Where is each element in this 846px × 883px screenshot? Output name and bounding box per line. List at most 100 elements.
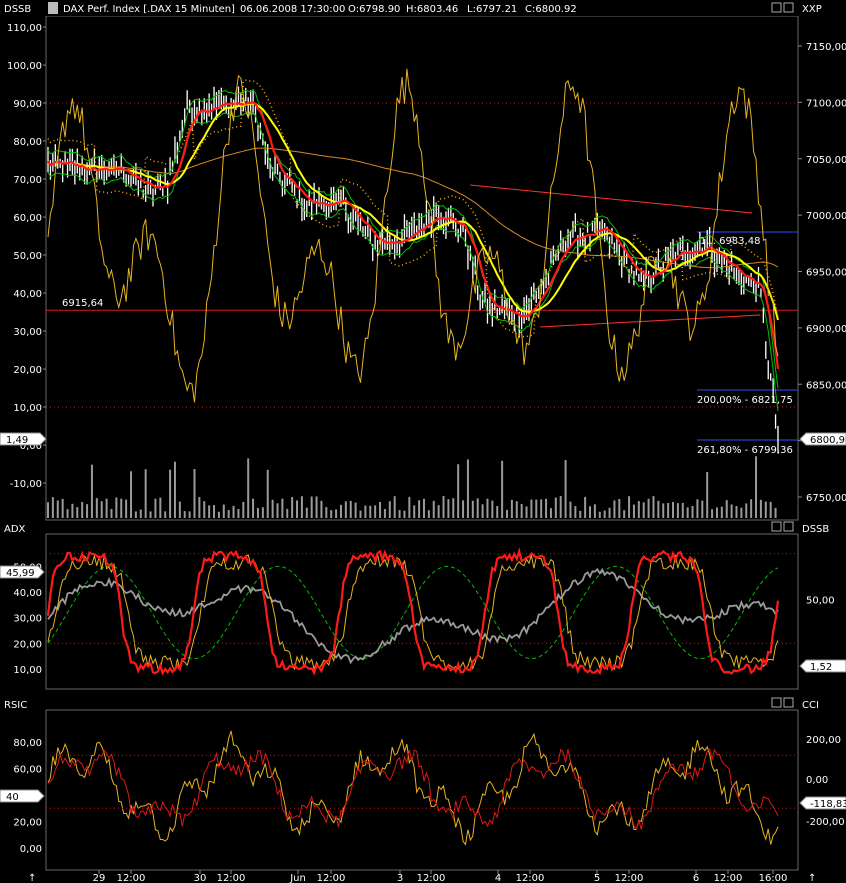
volume-bar (320, 500, 323, 518)
volume-bar (701, 500, 704, 518)
price-left-tick: 70,00 (13, 175, 42, 186)
volume-bar (545, 498, 548, 518)
volume-bar (56, 500, 59, 518)
volume-bar (408, 496, 411, 518)
x-axis-arrow-left: ↑ (28, 873, 36, 883)
volume-bar (130, 471, 133, 518)
volume-bar (198, 497, 201, 518)
volume-bar (115, 497, 118, 518)
volume-bar (642, 502, 645, 518)
price-left-marker: 1,49 (6, 435, 28, 446)
x-axis: 29 12:00 30 12:00 Jun 12:00 3 12:00 4 12:00 5 12:00… (28, 870, 816, 883)
adx-left-marker: 45,99 (6, 568, 35, 579)
price-right-tick: 7150,00 (806, 42, 846, 53)
volume-bar (681, 502, 684, 518)
volume-bar (549, 508, 552, 518)
price-right-marker: 6800,9 (810, 435, 845, 446)
volume-bar (354, 502, 357, 518)
volume-bar (222, 504, 225, 518)
header-low: L:6797.21 (467, 4, 517, 15)
header-right-label: XXP (802, 4, 822, 15)
adx-right-tick: 50,00 (806, 596, 835, 607)
adx-left-tick: 40,00 (13, 588, 42, 599)
volume-bar (90, 464, 93, 518)
x-tick-label: 12:00 (417, 873, 446, 883)
volume-bar (422, 498, 425, 518)
adx-left-tick: 30,00 (13, 614, 42, 625)
volume-bar (315, 496, 318, 518)
x-tick-label: 16:00 (759, 873, 788, 883)
price-left-tick: -10,00 (10, 479, 42, 490)
price-left-tick: 20,00 (13, 365, 42, 376)
volume-bar (432, 500, 435, 518)
fib-label-2: 200,00% - 6821,75 (697, 395, 793, 406)
rsic-left-tick: 20,00 (13, 818, 42, 829)
volume-bar (418, 500, 421, 518)
price-left-tick: 30,00 (13, 327, 42, 338)
volume-bar (169, 469, 172, 518)
volume-bar (740, 507, 743, 518)
volume-bar (349, 500, 352, 518)
price-left-tick: 110,00 (7, 23, 42, 34)
adx-left-tick: 20,00 (13, 639, 42, 650)
price-left-tick: 40,00 (13, 289, 42, 300)
x-tick-label: 12:00 (615, 873, 644, 883)
adx-close-icon (783, 521, 794, 532)
volume-bar (628, 496, 631, 518)
volume-bar (403, 510, 406, 518)
volume-bar (398, 510, 401, 518)
price-left-tick: 10,00 (13, 403, 42, 414)
volume-bar (530, 499, 533, 518)
rsic-left-marker: 40 (6, 792, 19, 803)
volume-bar (515, 501, 518, 518)
volume-bar (86, 504, 89, 518)
volume-bar (134, 511, 137, 518)
volume-bar (706, 471, 709, 518)
volume-bar (535, 499, 538, 518)
price-right-tick: 7050,00 (806, 155, 846, 166)
volume-bar (623, 510, 626, 518)
rsic-left-tick: 0,00 (20, 844, 42, 855)
volume-bar (149, 511, 152, 518)
rsic-left-label: RSIC (4, 700, 27, 711)
volume-bar (330, 510, 333, 518)
volume-bar (242, 501, 245, 518)
adx-minimize-icon (771, 521, 782, 532)
volume-bar (213, 505, 216, 518)
header-title: DAX Perf. Index [.DAX 15 Minuten] (63, 4, 235, 15)
price-left-tick: 60,00 (13, 213, 42, 224)
volume-bar (286, 508, 289, 518)
adx-left-tick: 10,00 (13, 665, 42, 676)
volume-bar (686, 507, 689, 518)
volume-bar (510, 499, 513, 518)
volume-bar (379, 501, 382, 518)
volume-bar (110, 508, 113, 518)
volume-bar (520, 503, 523, 518)
volume-bar (217, 511, 220, 518)
volume-bar (47, 502, 49, 518)
volume-bar (657, 500, 660, 518)
chart-icon[interactable] (48, 2, 58, 14)
rsic-right-label: CCI (802, 700, 819, 711)
header-left-label: DSSB (4, 4, 31, 15)
header-open: O:6798.90 (348, 4, 400, 15)
volume-bar (105, 498, 108, 518)
volume-bar (574, 506, 577, 518)
volume-bar (271, 499, 274, 518)
volume-bar (750, 499, 753, 518)
volume-bar (125, 499, 128, 518)
volume-bar (193, 469, 196, 518)
volume-bar (774, 507, 777, 518)
price-left-tick: 50,00 (13, 251, 42, 262)
volume-bar (745, 503, 748, 518)
volume-bar (486, 498, 489, 518)
volume-bar (374, 505, 377, 518)
volume-bar (51, 497, 54, 518)
volume-bar (296, 500, 299, 518)
volume-bar (662, 503, 665, 518)
header-datetime: 06.06.2008 17:30:00 (240, 4, 345, 15)
volume-bar (466, 459, 469, 518)
volume-bar (672, 502, 675, 518)
volume-bar (300, 496, 303, 518)
volume-bar (759, 499, 762, 518)
